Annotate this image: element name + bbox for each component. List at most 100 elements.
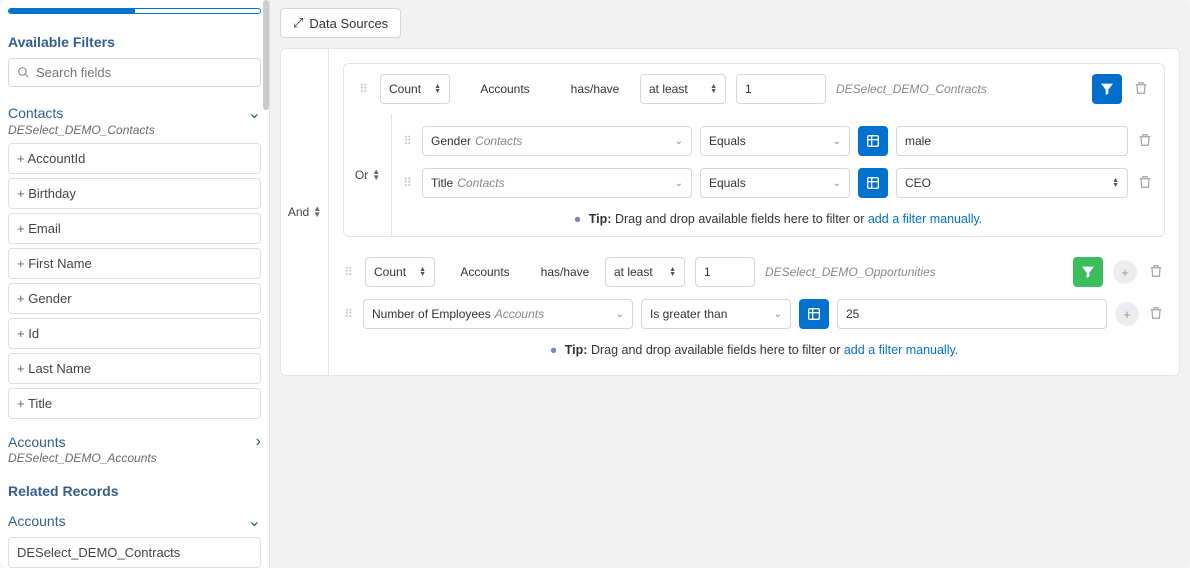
field-lastname[interactable]: Last Name: [8, 353, 261, 384]
contacts-field-list: AccountId Birthday Email First Name Gend…: [8, 143, 261, 419]
tab-filter-fields[interactable]: Filter Fields: [9, 9, 135, 14]
condition-row: ⠿ GenderContacts ⌄ Equals ⌄: [402, 120, 1154, 162]
condition-row: ⠿ Number of EmployeesAccounts ⌄ Is great…: [343, 293, 1165, 335]
db-lookup-button[interactable]: [799, 299, 829, 329]
agg-label: Count: [389, 82, 421, 96]
delete-button[interactable]: [1136, 132, 1154, 151]
chevron-down-icon: ⌄: [833, 178, 841, 189]
drag-handle-icon[interactable]: ⠿: [402, 176, 414, 190]
group-accounts-header[interactable]: Accounts ›: [8, 429, 261, 451]
stepper-icon: ▲▼: [372, 169, 380, 181]
field-select[interactable]: Title Contacts ⌄: [422, 168, 692, 198]
sidebar: Filter Fields Filter Sets Available Filt…: [0, 0, 270, 568]
tip-text: Drag and drop available fields here to f…: [591, 343, 844, 357]
search-icon: [17, 66, 30, 79]
data-sources-button[interactable]: ⤢ Data Sources: [280, 8, 401, 38]
chevron-down-icon: ⌄: [248, 103, 261, 123]
delete-button[interactable]: [1132, 80, 1150, 99]
related-records-title: Related Records: [8, 483, 261, 499]
or-label: Or: [355, 168, 368, 182]
scrollbar[interactable]: [263, 0, 269, 110]
tab-filter-sets[interactable]: Filter Sets: [135, 9, 261, 14]
count-value-input[interactable]: 1: [695, 257, 755, 287]
stepper-icon: ▲▼: [710, 84, 717, 94]
bulb-icon: ●: [550, 343, 558, 357]
or-operator[interactable]: Or ▲▼: [344, 114, 392, 236]
field-sub: Contacts: [457, 176, 504, 190]
delete-button[interactable]: [1147, 305, 1165, 324]
add-button[interactable]: +: [1113, 260, 1137, 284]
stepper-icon: ▲▼: [669, 267, 676, 277]
operator-select[interactable]: Is greater than ⌄: [641, 299, 791, 329]
count-value-input[interactable]: 1: [736, 74, 826, 104]
chevron-down-icon: ⌄: [616, 309, 624, 320]
filter-icon: [1080, 264, 1096, 280]
field-select[interactable]: Number of EmployeesAccounts ⌄: [363, 299, 633, 329]
operator-select[interactable]: Equals ⌄: [700, 126, 850, 156]
tip-text: Drag and drop available fields here to f…: [615, 212, 868, 226]
drag-handle-icon[interactable]: ⠿: [343, 307, 355, 321]
chevron-down-icon: ⌄: [833, 136, 841, 147]
group-contacts-sub: DESelect_DEMO_Contacts: [8, 123, 261, 137]
filter-icon-button[interactable]: [1092, 74, 1122, 104]
trash-icon: [1148, 305, 1164, 321]
field-accountid[interactable]: AccountId: [8, 143, 261, 174]
tip-row: ● Tip: Drag and drop available fields he…: [343, 335, 1165, 361]
field-firstname[interactable]: First Name: [8, 248, 261, 279]
stepper-icon: ▲▼: [434, 84, 441, 94]
group-contacts-label: Contacts: [8, 105, 63, 121]
value-input[interactable]: male: [896, 126, 1128, 156]
and-operator[interactable]: And ▲▼: [281, 49, 329, 375]
chevron-down-icon: ⌄: [248, 511, 261, 531]
group-contacts-header[interactable]: Contacts ⌄: [8, 99, 261, 123]
group1-header-row: ⠿ Count ▲▼ Accounts has/have at least ▲▼…: [344, 64, 1164, 114]
plus-icon: +: [1123, 307, 1131, 322]
main-canvas: ⤢ Data Sources And ▲▼ ⠿ Count ▲▼ Accou: [270, 0, 1190, 568]
field-id[interactable]: Id: [8, 318, 261, 349]
comparator-select[interactable]: at least ▲▼: [605, 257, 685, 287]
search-input[interactable]: [36, 65, 252, 80]
tip-row: ● Tip: Drag and drop available fields he…: [402, 204, 1154, 230]
delete-button[interactable]: [1147, 263, 1165, 282]
add-button[interactable]: +: [1115, 302, 1139, 326]
value-input[interactable]: 25: [837, 299, 1107, 329]
sidebar-tabs: Filter Fields Filter Sets: [8, 8, 261, 14]
rel-accounts-header[interactable]: Accounts ⌄: [8, 507, 261, 531]
available-filters-title: Available Filters: [8, 34, 261, 50]
filter-canvas: And ▲▼ ⠿ Count ▲▼ Accounts has/have: [280, 48, 1180, 376]
filter-group-2: ⠿ Count ▲▼ Accounts has/have at least ▲▼…: [343, 251, 1165, 361]
drag-handle-icon[interactable]: ⠿: [358, 82, 370, 96]
db-lookup-button[interactable]: [858, 168, 888, 198]
field-gender[interactable]: Gender: [8, 283, 261, 314]
operator-label: Equals: [709, 134, 746, 148]
db-lookup-button[interactable]: [858, 126, 888, 156]
drag-handle-icon[interactable]: ⠿: [402, 134, 414, 148]
chevron-down-icon: ⌄: [675, 178, 683, 189]
field-select[interactable]: GenderContacts ⌄: [422, 126, 692, 156]
expand-icon: ⤢: [293, 15, 303, 31]
field-email[interactable]: Email: [8, 213, 261, 244]
comparator-select[interactable]: at least ▲▼: [640, 74, 726, 104]
delete-button[interactable]: [1136, 174, 1154, 193]
drag-handle-icon[interactable]: ⠿: [343, 265, 355, 279]
search-box[interactable]: [8, 58, 261, 87]
operator-select[interactable]: Equals ⌄: [700, 168, 850, 198]
chevron-down-icon: ⌄: [774, 309, 782, 320]
filter-icon-button[interactable]: [1073, 257, 1103, 287]
group1-nested: Or ▲▼ ⠿ GenderContacts ⌄: [344, 114, 1164, 236]
agg-select[interactable]: Count ▲▼: [365, 257, 435, 287]
field-sub: Accounts: [495, 307, 544, 321]
add-filter-manually-link[interactable]: add a filter manually.: [868, 212, 982, 226]
group-accounts-sub: DESelect_DEMO_Accounts: [8, 451, 261, 465]
value-input[interactable]: CEO ▲▼: [896, 168, 1128, 198]
entity-label: Accounts: [445, 265, 525, 279]
field-birthday[interactable]: Birthday: [8, 178, 261, 209]
field-title[interactable]: Title: [8, 388, 261, 419]
agg-select[interactable]: Count ▲▼: [380, 74, 450, 104]
hashave-label: has/have: [560, 82, 630, 96]
field-label: Title: [431, 176, 453, 190]
add-filter-manually-link[interactable]: add a filter manually.: [844, 343, 958, 357]
plus-icon: +: [1121, 265, 1129, 280]
filter-icon: [1099, 81, 1115, 97]
related-item-contracts[interactable]: DESelect_DEMO_Contracts: [8, 537, 261, 568]
